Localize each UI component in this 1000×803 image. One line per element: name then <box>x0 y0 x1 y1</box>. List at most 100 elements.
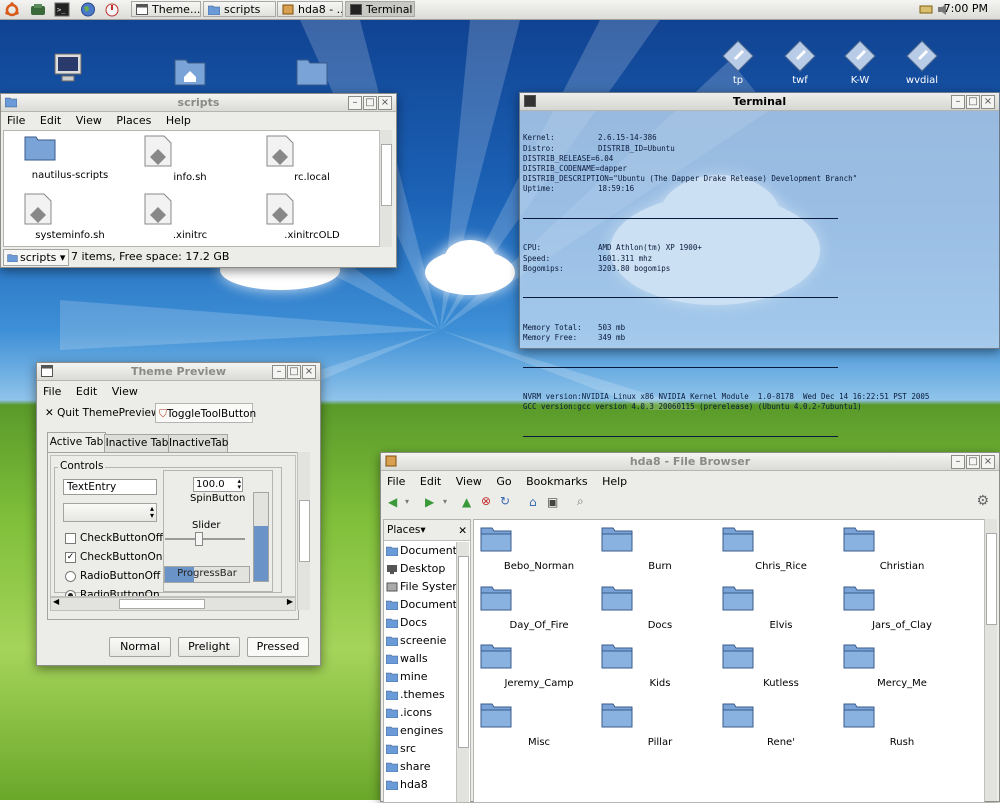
folder-item[interactable]: Kids <box>601 643 719 689</box>
desktop-icon-home[interactable] <box>160 55 220 90</box>
folder-item[interactable]: Kutless <box>722 643 840 689</box>
back-menu-icon[interactable]: ▾ <box>405 497 409 506</box>
sidebar-item[interactable]: engines <box>384 722 456 740</box>
slider-handle[interactable] <box>194 532 203 546</box>
close-button[interactable]: × <box>378 96 392 110</box>
vertical-scrollbar[interactable] <box>297 452 310 610</box>
desktop-icon-wvdial[interactable]: wvdial <box>892 40 952 86</box>
taskbar-button-hda8[interactable]: hda8 - ... <box>277 1 343 17</box>
quit-button[interactable]: ✕ Quit ThemePreview! <box>45 407 164 419</box>
stop-icon[interactable]: ⊗ <box>481 494 491 508</box>
sidebar-item[interactable]: share <box>384 758 456 776</box>
back-icon[interactable]: ◀ <box>388 495 397 509</box>
minimize-button[interactable]: – <box>951 95 965 109</box>
folder-item[interactable]: Bebo_Norman <box>480 526 598 572</box>
menu-file[interactable]: File <box>7 114 25 127</box>
sidebar-item[interactable]: .themes <box>384 686 456 704</box>
minimize-button[interactable]: – <box>951 455 965 469</box>
toggle-tool-button[interactable]: ⛉ToggleToolButton <box>155 403 256 423</box>
tab-inactive-1[interactable]: Inactive Tab <box>104 434 170 453</box>
pressed-button[interactable]: Pressed <box>247 637 309 657</box>
scroll-thumb[interactable] <box>381 144 392 206</box>
minimize-button[interactable]: – <box>348 96 362 110</box>
close-button[interactable]: × <box>981 455 995 469</box>
file-item[interactable]: rc.local <box>266 135 358 183</box>
forward-icon[interactable]: ▶ <box>425 495 434 509</box>
scroll-thumb[interactable] <box>119 599 205 609</box>
sidebar-item[interactable]: src <box>384 740 456 758</box>
sidebar-item[interactable]: File System <box>384 578 463 596</box>
combo-box[interactable]: ▴ ▾ <box>63 503 157 522</box>
file-item[interactable]: .xinitrcOLD <box>266 193 358 241</box>
file-item[interactable]: .xinitrc <box>144 193 236 241</box>
taskbar-button-scripts[interactable]: scripts <box>203 1 276 17</box>
menu-edit[interactable]: Edit <box>40 114 61 127</box>
tab-active[interactable]: Active Tab <box>47 432 106 452</box>
file-item[interactable]: info.sh <box>144 135 236 183</box>
folder-item[interactable]: Christian <box>843 526 961 572</box>
sidebar-item[interactable]: Documents <box>384 596 463 614</box>
prelight-button[interactable]: Prelight <box>178 637 240 657</box>
folder-item[interactable]: Day_Of_Fire <box>480 585 598 631</box>
network-tray-icon[interactable] <box>918 2 934 17</box>
folder-item[interactable]: Chris_Rice <box>722 526 840 572</box>
menu-file[interactable]: File <box>387 475 405 488</box>
menu-edit[interactable]: Edit <box>76 385 97 398</box>
ubuntu-logo-icon[interactable] <box>4 2 20 17</box>
folder-item[interactable]: Mercy_Me <box>843 643 961 689</box>
sidebar-item[interactable]: Documents <box>384 542 463 560</box>
radio-button-off[interactable]: RadioButtonOff <box>65 570 160 582</box>
menu-view[interactable]: View <box>112 385 138 398</box>
logout-icon[interactable] <box>104 2 120 17</box>
title-bar[interactable]: Theme Preview – □ × <box>37 363 320 381</box>
desktop-icon-kw[interactable]: K-W <box>830 40 890 86</box>
forward-menu-icon[interactable]: ▾ <box>443 497 447 506</box>
text-entry[interactable] <box>63 479 157 495</box>
scroll-thumb[interactable] <box>458 556 469 748</box>
menu-edit[interactable]: Edit <box>420 475 441 488</box>
folder-item[interactable]: Elvis <box>722 585 840 631</box>
minimize-button[interactable]: – <box>272 365 286 379</box>
close-button[interactable]: × <box>302 365 316 379</box>
scroll-left-icon[interactable]: ◀ <box>53 597 59 606</box>
menu-file[interactable]: File <box>43 385 61 398</box>
check-button-on[interactable]: ✓ CheckButtonOn <box>65 551 162 563</box>
sidebar-item[interactable]: Docs <box>384 614 456 632</box>
search-icon[interactable]: ⌕ <box>577 494 584 509</box>
sidebar-item[interactable]: walls <box>384 650 456 668</box>
menu-help[interactable]: Help <box>166 114 191 127</box>
taskbar-button-theme[interactable]: Theme... <box>131 1 201 17</box>
menu-view[interactable]: View <box>456 475 482 488</box>
maximize-button[interactable]: □ <box>966 95 980 109</box>
maximize-button[interactable]: □ <box>966 455 980 469</box>
vertical-scrollbar[interactable] <box>984 519 997 801</box>
title-bar[interactable]: Terminal – □ × <box>520 93 999 111</box>
normal-button[interactable]: Normal <box>109 637 171 657</box>
vertical-scrollbar[interactable] <box>379 130 392 247</box>
sidebar-scrollbar[interactable] <box>456 542 469 802</box>
home-icon[interactable]: ⌂ <box>529 495 537 509</box>
sidebar-item[interactable]: .icons <box>384 704 456 722</box>
places-header[interactable]: Places▾ ✕ <box>384 520 470 541</box>
scroll-thumb[interactable] <box>299 500 310 562</box>
folder-item[interactable]: Rush <box>843 702 961 748</box>
location-dropdown[interactable]: scripts ▾ <box>3 249 69 266</box>
close-button[interactable]: × <box>981 95 995 109</box>
title-bar[interactable]: scripts – □ × <box>1 94 396 112</box>
reload-icon[interactable]: ↻ <box>500 494 510 508</box>
desktop-icon-twf[interactable]: twf <box>770 40 830 86</box>
folder-item[interactable]: Jars_of_Clay <box>843 585 961 631</box>
up-icon[interactable]: ▲ <box>462 495 471 509</box>
folder-item[interactable]: Docs <box>601 585 719 631</box>
radio-button-on[interactable]: RadioButtonOn <box>65 589 160 596</box>
menu-places[interactable]: Places <box>116 114 151 127</box>
panel-clock[interactable]: 7:00 PM <box>944 2 988 15</box>
tab-inactive-2[interactable]: InactiveTab <box>168 434 228 453</box>
sidebar-item[interactable]: hda8 <box>384 776 456 794</box>
folder-item[interactable]: Rene' <box>722 702 840 748</box>
system-monitor-icon[interactable] <box>30 2 46 17</box>
maximize-button[interactable]: □ <box>287 365 301 379</box>
computer-icon[interactable]: ▣ <box>547 495 558 509</box>
folder-item[interactable]: Burn <box>601 526 719 572</box>
desktop-icon-tp[interactable]: tp <box>708 40 768 86</box>
